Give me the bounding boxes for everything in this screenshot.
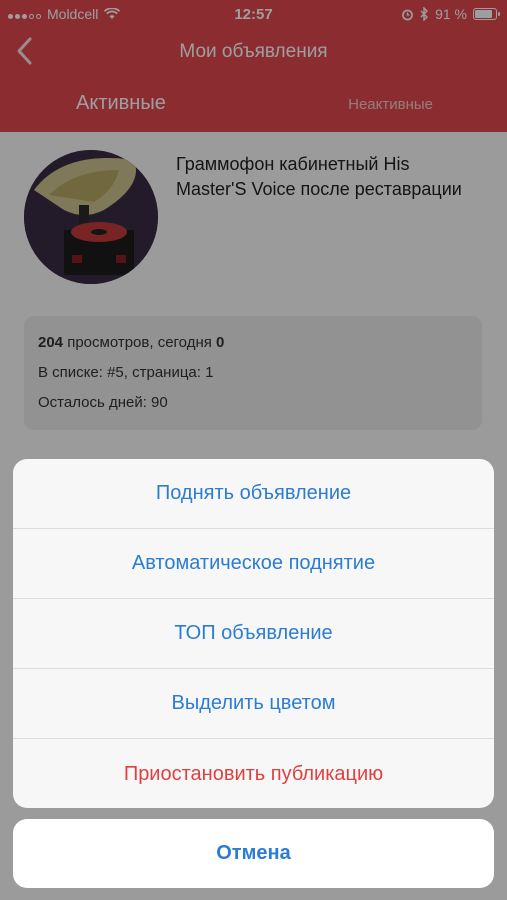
pause-publication-button[interactable]: Приостановить публикацию [13,739,494,808]
auto-raise-button[interactable]: Автоматическое поднятие [13,529,494,599]
highlight-color-button[interactable]: Выделить цветом [13,669,494,739]
raise-listing-button[interactable]: Поднять объявление [13,459,494,529]
action-sheet: Поднять объявление Автоматическое поднят… [13,459,494,808]
cancel-button[interactable]: Отмена [13,819,494,888]
top-listing-button[interactable]: ТОП объявление [13,599,494,669]
